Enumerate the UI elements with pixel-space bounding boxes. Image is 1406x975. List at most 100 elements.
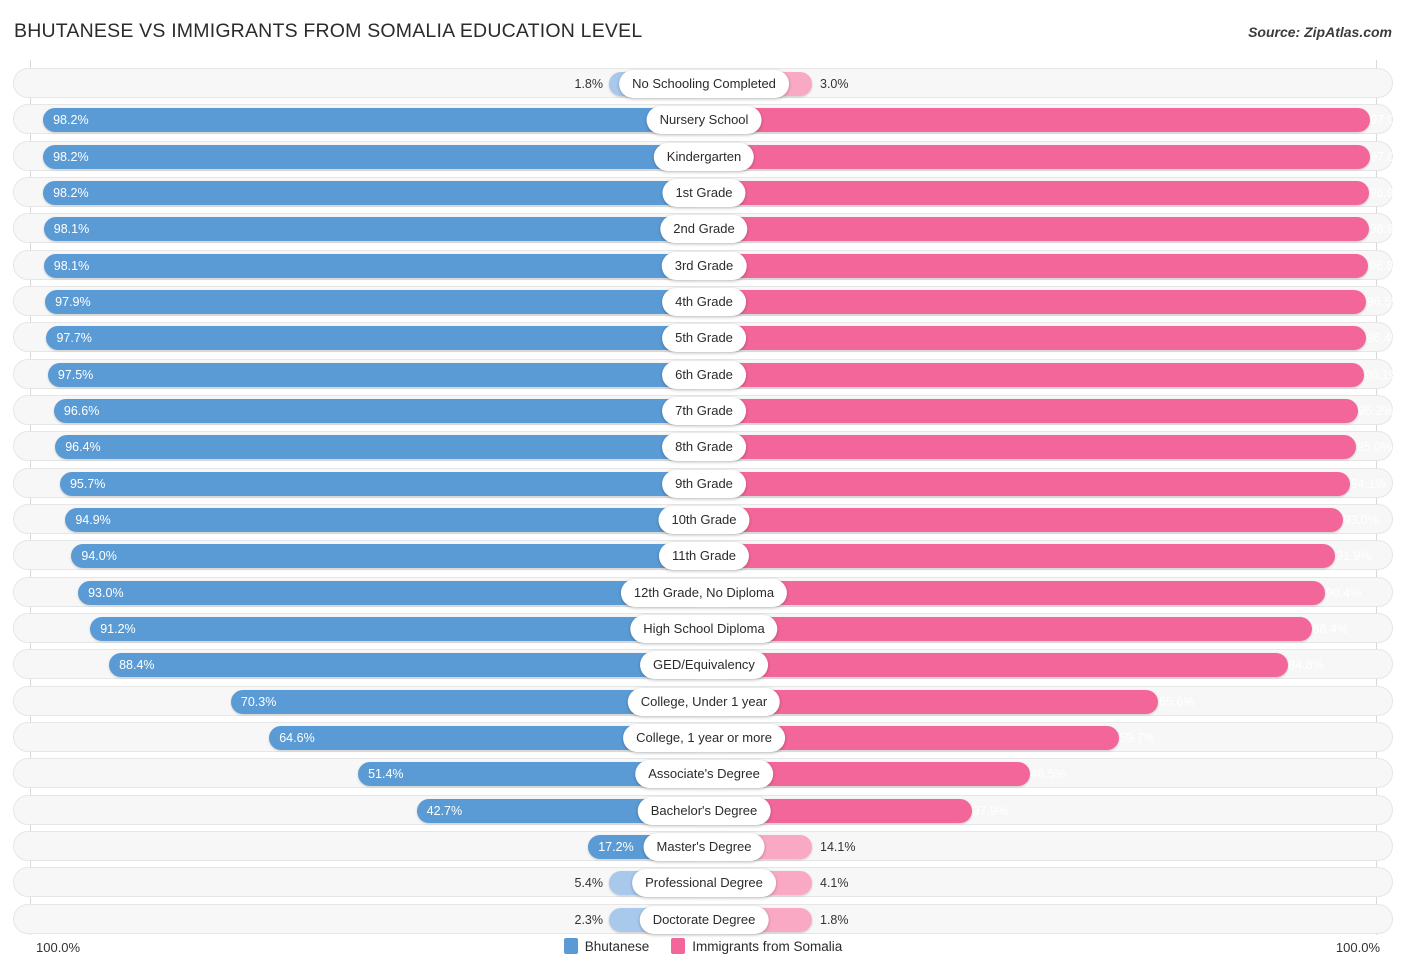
chart-row: 98.2% 97.0% Kindergarten	[13, 140, 1406, 171]
chart-row: 98.1% 96.8% 3rd Grade	[13, 249, 1404, 280]
category-label-pill: 2nd Grade	[660, 215, 748, 244]
category-label-pill: Master's Degree	[643, 832, 765, 861]
chart-row: 97.9% 96.5% 4th Grade	[13, 285, 1402, 316]
chart-header: BHUTANESE VS IMMIGRANTS FROM SOMALIA EDU…	[0, 0, 1406, 58]
chart-row: 64.6% 59.7% College, 1 year or more	[13, 721, 1393, 752]
bar-value-somalia: 96.4%	[1366, 331, 1402, 346]
legend-item-bhutanese[interactable]: Bhutanese	[563, 938, 650, 954]
bar-value-somalia: 14.1%	[820, 839, 856, 854]
bar-value-somalia: 97.0%	[1370, 113, 1406, 128]
category-label-pill: 4th Grade	[662, 287, 746, 316]
category-label-pill: Associate's Degree	[635, 760, 773, 789]
chart-row: 17.2% 14.1% Master's Degree	[13, 830, 1393, 861]
chart-page: BHUTANESE VS IMMIGRANTS FROM SOMALIA EDU…	[0, 0, 1406, 975]
category-label-pill: GED/Equivalency	[640, 651, 768, 680]
bar-value-somalia: 84.8%	[1288, 658, 1324, 673]
bar-somalia	[717, 326, 1366, 351]
bar-bhutanese	[43, 144, 704, 169]
chart-row: 97.7% 96.4% 5th Grade	[13, 322, 1402, 353]
category-label-pill: No Schooling Completed	[619, 70, 789, 98]
chart-row: 51.4% 46.5% Associate's Degree	[13, 758, 1393, 789]
bar-value-somalia: 91.9%	[1336, 549, 1372, 564]
bar-value-bhutanese: 91.2%	[100, 621, 136, 636]
legend-swatch-icon	[671, 938, 686, 954]
bar-value-somalia: 3.0%	[820, 77, 849, 91]
chart-row: 95.7% 94.1% 9th Grade	[13, 467, 1393, 498]
category-label-pill: Nursery School	[646, 106, 762, 135]
category-label-pill: College, 1 year or more	[623, 723, 785, 752]
bar-value-bhutanese: 94.0%	[81, 549, 117, 564]
source-attribution: Source: ZipAtlas.com	[1248, 24, 1392, 40]
bar-bhutanese	[78, 580, 704, 605]
bar-value-bhutanese: 97.9%	[55, 294, 91, 309]
bar-value-bhutanese: 1.8%	[574, 77, 604, 91]
bar-bhutanese	[71, 544, 704, 569]
legend-label: Immigrants from Somalia	[692, 938, 843, 954]
bar-value-bhutanese: 95.7%	[69, 476, 106, 491]
legend-swatch-icon	[563, 938, 578, 954]
category-label-pill: 5th Grade	[662, 324, 746, 353]
category-label-pill: 9th Grade	[662, 469, 746, 498]
bar-value-somalia: 90.4%	[1325, 585, 1362, 600]
bar-value-bhutanese: 93.0%	[88, 585, 124, 600]
bar-bhutanese	[65, 507, 704, 532]
bar-somalia	[717, 653, 1288, 678]
chart-row: 70.3% 65.6% College, Under 1 year	[13, 685, 1393, 716]
legend-item-somalia[interactable]: Immigrants from Somalia	[671, 938, 842, 954]
category-label-pill: 7th Grade	[662, 396, 746, 425]
bar-value-bhutanese: 64.6%	[279, 730, 315, 745]
category-label-pill: 10th Grade	[658, 505, 750, 534]
chart-row: 93.0% 90.4% 12th Grade, No Diploma	[13, 576, 1393, 607]
bar-bhutanese	[46, 326, 704, 351]
bar-somalia	[717, 289, 1367, 314]
bar-somalia	[717, 217, 1370, 242]
category-label-pill: 11th Grade	[658, 542, 750, 571]
bar-somalia	[717, 435, 1357, 460]
bar-bhutanese	[109, 653, 704, 678]
bar-value-bhutanese: 96.6%	[63, 403, 100, 418]
bar-somalia	[717, 616, 1312, 641]
bar-value-somalia: 1.8%	[820, 912, 849, 927]
bar-value-bhutanese: 98.1%	[53, 222, 90, 237]
bar-somalia	[717, 398, 1358, 423]
bar-bhutanese	[47, 362, 704, 387]
chart-row: 98.2% 96.9% 1st Grade	[13, 176, 1405, 207]
chart-row: 88.4% 84.8% GED/Equivalency	[13, 649, 1393, 680]
bar-value-bhutanese: 98.1%	[53, 258, 90, 273]
bar-value-somalia: 95.0%	[1356, 440, 1393, 455]
bar-value-bhutanese: 96.4%	[65, 440, 101, 455]
page-title: BHUTANESE VS IMMIGRANTS FROM SOMALIA EDU…	[14, 20, 643, 42]
bar-somalia	[717, 180, 1370, 205]
bar-value-somalia: 37.9%	[972, 803, 1009, 818]
bar-value-somalia: 97.0%	[1370, 149, 1406, 164]
category-label-pill: 1st Grade	[662, 178, 746, 207]
bar-somalia	[717, 580, 1326, 605]
chart-footer: 100.0% 100.0% Bhutanese Immigrants from S…	[0, 936, 1406, 975]
chart-row: 2.3% 1.8% Doctorate Degree	[13, 903, 1393, 934]
bar-bhutanese	[43, 108, 704, 133]
bar-value-bhutanese: 94.9%	[75, 512, 111, 527]
bar-somalia	[717, 253, 1369, 278]
bar-value-somalia: 59.7%	[1119, 730, 1155, 745]
bar-somalia	[717, 144, 1370, 169]
chart-row: 91.2% 88.4% High School Diploma	[13, 612, 1393, 643]
bar-somalia	[717, 471, 1351, 496]
bar-value-somalia: 96.5%	[1366, 294, 1403, 309]
bar-value-somalia: 93.0%	[1343, 512, 1379, 527]
bar-somalia	[717, 362, 1364, 387]
bar-value-bhutanese: 88.4%	[119, 658, 155, 673]
bar-somalia	[717, 507, 1343, 532]
bar-value-somalia: 4.1%	[820, 876, 849, 891]
legend-label: Bhutanese	[584, 938, 650, 954]
bar-bhutanese	[53, 398, 704, 423]
bar-value-bhutanese: 97.7%	[56, 331, 92, 346]
category-label-pill: 12th Grade, No Diploma	[620, 578, 788, 607]
category-label-pill: High School Diploma	[630, 614, 778, 643]
category-label-pill: College, Under 1 year	[627, 687, 781, 716]
bar-bhutanese	[43, 217, 704, 242]
chart-row: 98.2% 97.0% Nursery School	[13, 104, 1406, 135]
bar-value-bhutanese: 97.5%	[57, 367, 94, 382]
bar-value-bhutanese: 98.2%	[53, 185, 89, 200]
bar-bhutanese	[59, 471, 704, 496]
category-label-pill: 8th Grade	[662, 433, 746, 462]
